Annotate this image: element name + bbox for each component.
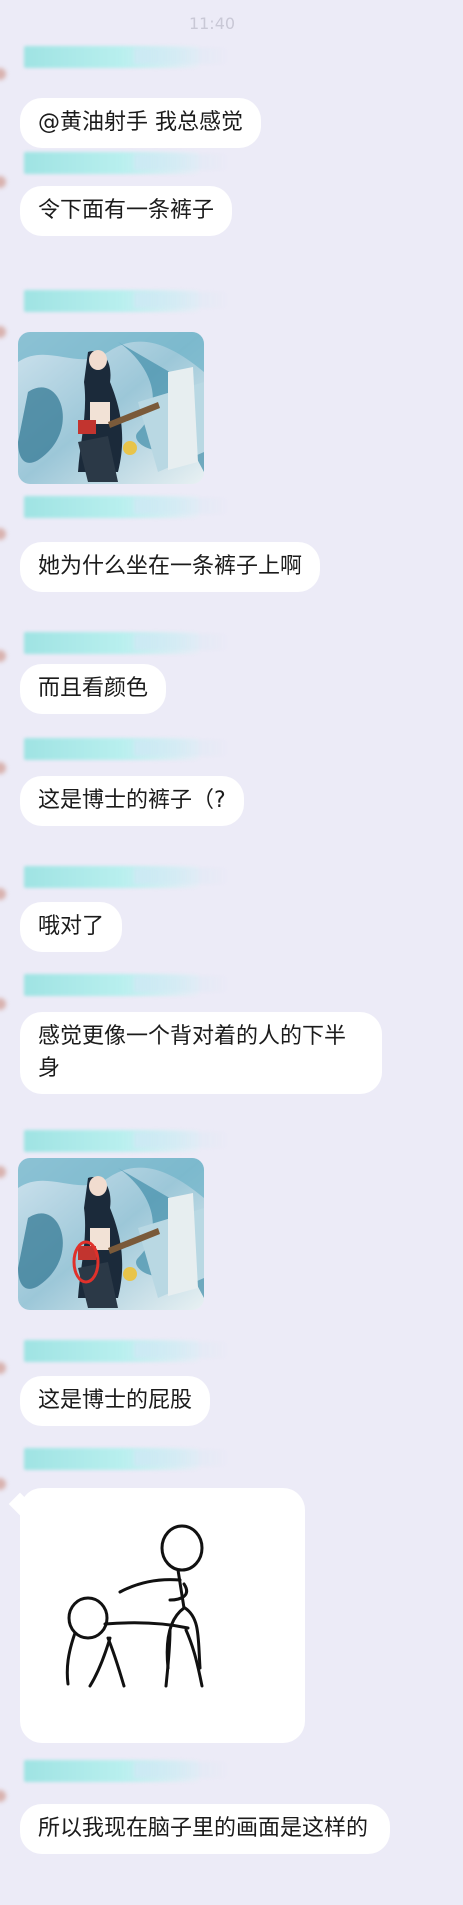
message-bubble[interactable]: 感觉更像一个背对着的人的下半身 [20,1012,382,1094]
avatar[interactable] [0,1166,6,1178]
sender-name-blurred [24,1448,229,1470]
sender-name-blurred [24,496,229,518]
sender-name-blurred [24,1340,229,1362]
stick-figure-drawing [65,1524,204,1688]
avatar[interactable] [0,528,6,540]
sender-name-blurred [24,974,229,996]
message-bubble[interactable]: 这是博士的屁股 [20,1376,211,1426]
message-bubble[interactable]: 而且看颜色 [20,664,167,714]
message-bubble[interactable]: 她为什么坐在一条裤子上啊 [20,542,321,592]
avatar[interactable] [0,68,6,80]
sender-name-blurred [24,632,229,654]
message-bubble[interactable]: 所以我现在脑子里的画面是这样的 [20,1804,390,1854]
anime-illustration-thumbnail-circled [18,1158,204,1310]
avatar[interactable] [0,1362,6,1374]
avatar[interactable] [0,326,6,338]
sender-name-blurred [24,1760,229,1782]
sender-name-blurred [24,46,229,68]
anime-illustration-thumbnail [18,332,204,484]
sender-name-blurred [24,152,229,174]
message-bubble[interactable]: @黄油射手 我总感觉 [20,98,261,148]
avatar[interactable] [0,650,6,662]
image-message[interactable] [18,332,204,484]
sender-name-blurred [24,866,229,888]
avatar[interactable] [0,1790,6,1802]
avatar[interactable] [0,998,6,1010]
avatar[interactable] [0,762,6,774]
sender-name-blurred [24,290,229,312]
message-bubble[interactable]: 哦对了 [20,902,123,952]
avatar[interactable] [0,1478,6,1490]
image-message[interactable] [18,1158,204,1310]
message-bubble[interactable]: 这是博士的裤子（? [20,776,244,826]
message-bubble[interactable]: 令下面有一条裤子 [20,186,233,236]
sender-name-blurred [24,738,229,760]
sender-name-blurred [24,1130,229,1152]
avatar[interactable] [0,888,6,900]
avatar[interactable] [0,176,6,188]
image-message[interactable] [20,1488,305,1743]
status-bar-time: 11:40 [188,14,236,33]
